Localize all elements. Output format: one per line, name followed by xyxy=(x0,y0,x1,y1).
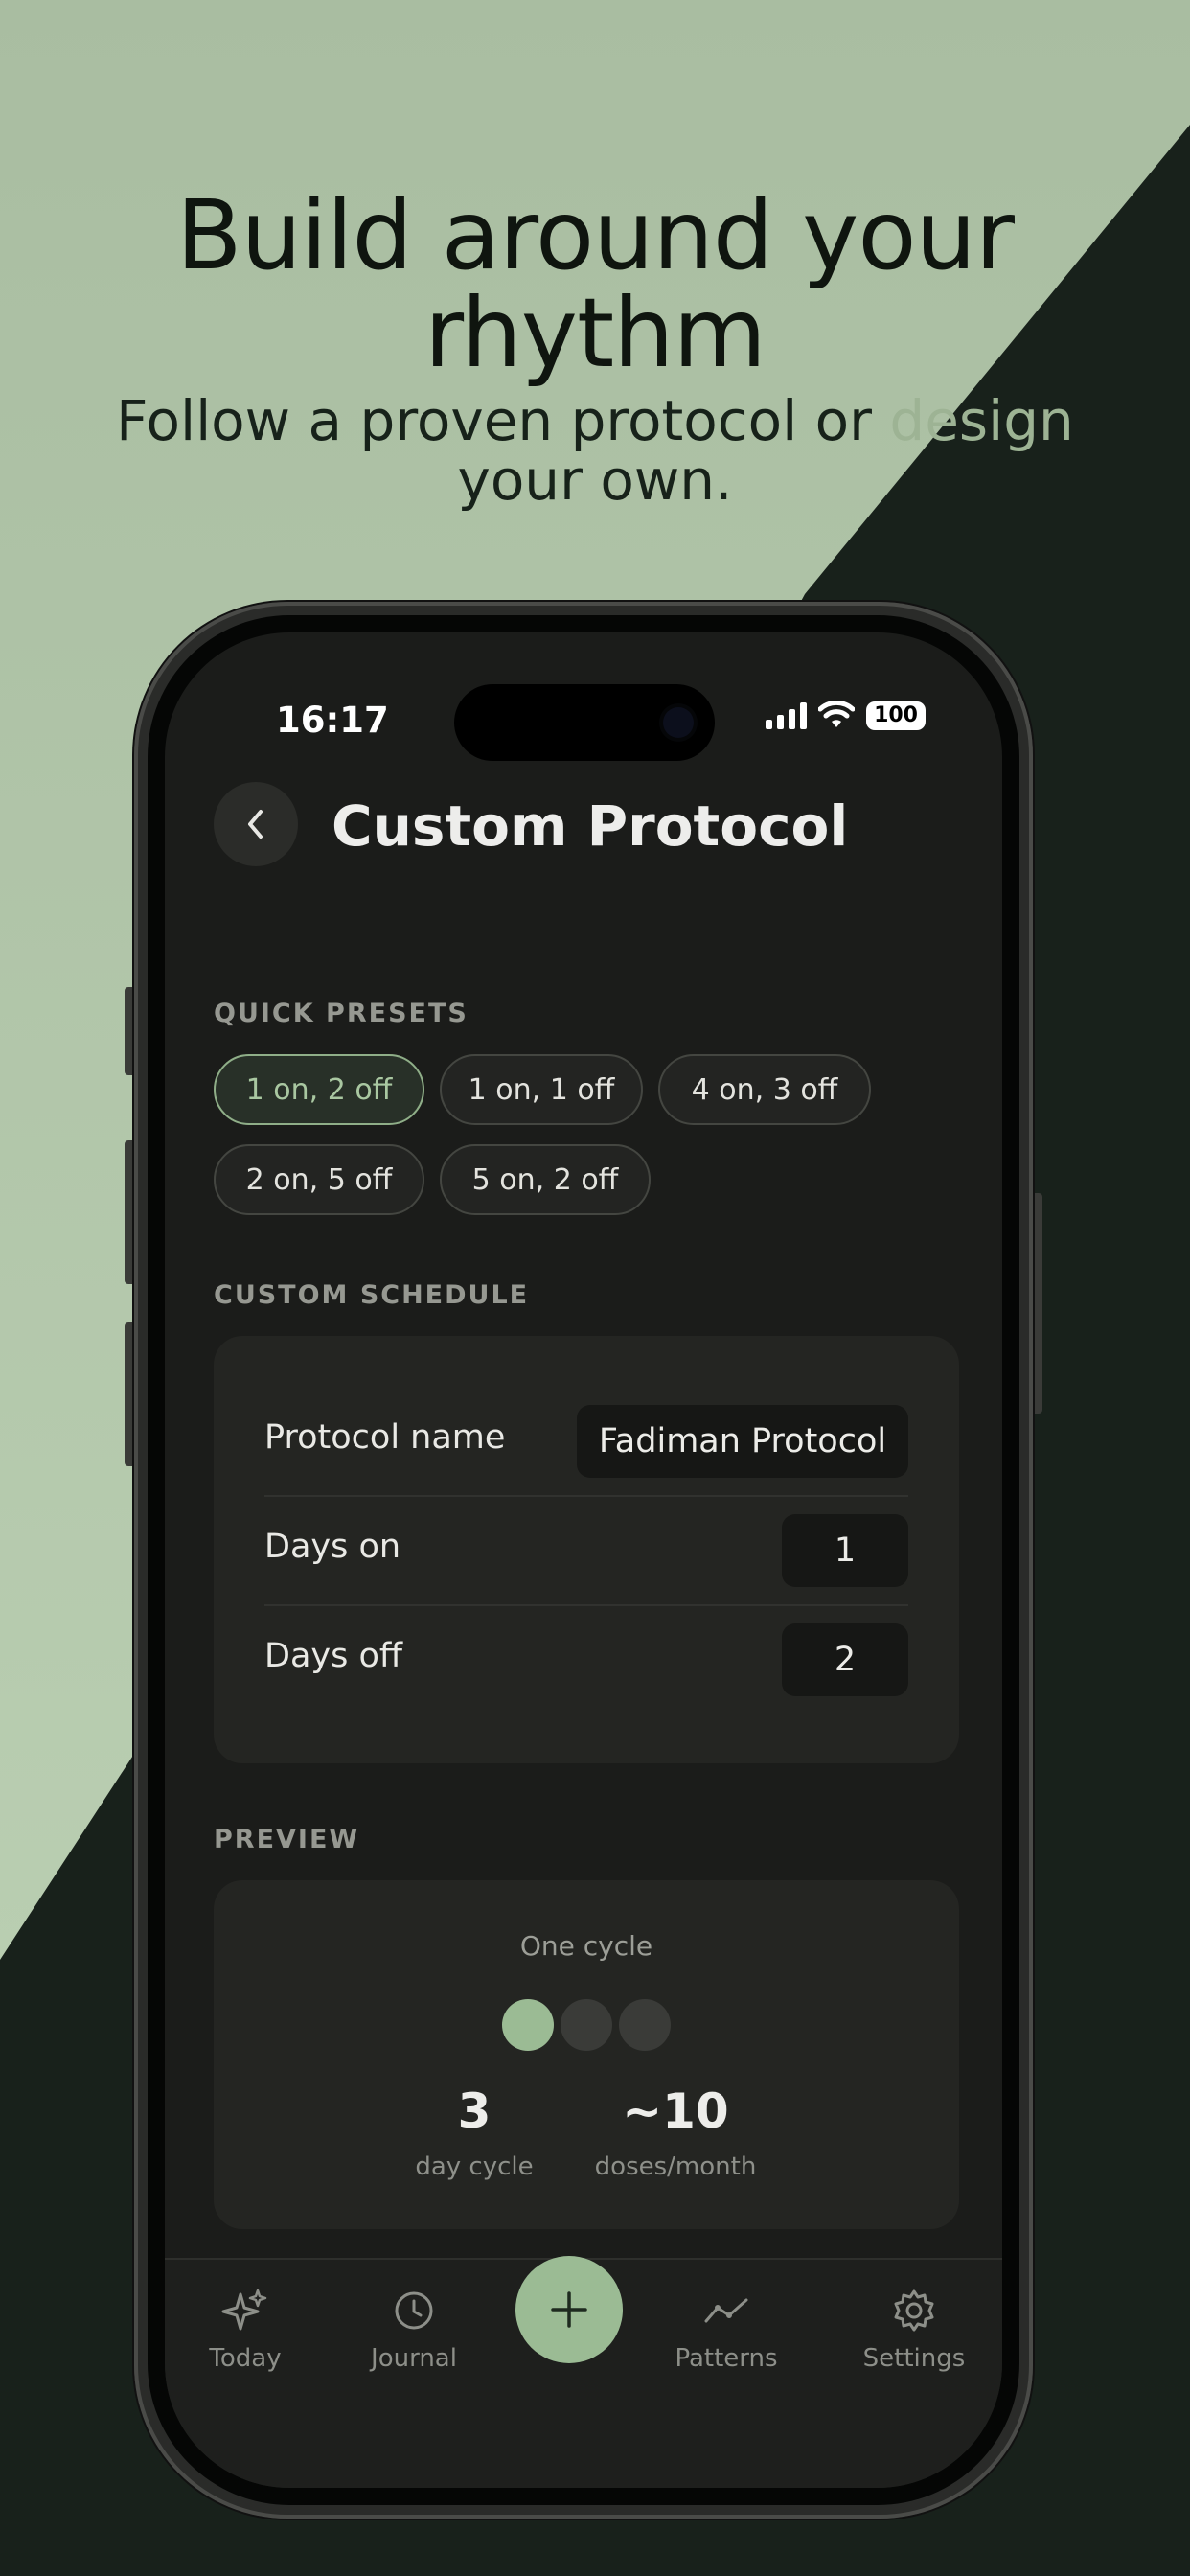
app-screen: 16:17 100 Custom Protocol QUICK PRESETS … xyxy=(165,632,1002,2488)
cycle-day-on-dot xyxy=(502,1999,554,2051)
promo-subheadline: Follow a proven protocol or design your … xyxy=(105,391,1085,510)
tab-today-label: Today xyxy=(209,2344,282,2373)
preset-chip-4-on-3-off[interactable]: 4 on, 3 off xyxy=(658,1054,871,1125)
protocol-name-input[interactable]: Fadiman Protocol xyxy=(577,1405,908,1478)
plus-icon xyxy=(551,2291,587,2328)
custom-schedule-label: CUSTOM SCHEDULE xyxy=(214,1280,530,1310)
subheadline-line-2: your own. xyxy=(457,448,733,513)
promo-headline: Build around your rhythm xyxy=(0,187,1190,382)
subheadline-part-1: Follow a proven protocol or xyxy=(116,388,890,453)
preset-chip-1-on-1-off[interactable]: 1 on, 1 off xyxy=(440,1054,643,1125)
days-on-label: Days on xyxy=(264,1528,401,1566)
tab-today[interactable]: Today xyxy=(178,2287,312,2373)
trend-line-icon xyxy=(704,2298,748,2323)
phone-frame: 16:17 100 Custom Protocol QUICK PRESETS … xyxy=(134,602,1033,2518)
divider xyxy=(264,1604,908,1606)
divider xyxy=(264,1495,908,1497)
preview-label: PREVIEW xyxy=(214,1825,360,1854)
tab-patterns-label: Patterns xyxy=(675,2344,778,2373)
headline-line-2: rhythm xyxy=(424,277,767,389)
tab-settings-label: Settings xyxy=(862,2344,966,2373)
battery-icon: 100 xyxy=(866,702,926,730)
camera-icon xyxy=(663,707,694,738)
quick-presets-label: QUICK PRESETS xyxy=(214,999,469,1028)
subheadline-part-2: design xyxy=(889,388,1074,453)
dynamic-island xyxy=(454,684,715,761)
tab-journal-label: Journal xyxy=(371,2344,457,2373)
custom-schedule-card: Protocol name Fadiman Protocol Days on 1… xyxy=(214,1336,959,1763)
tab-patterns[interactable]: Patterns xyxy=(659,2287,793,2373)
gear-icon xyxy=(894,2289,934,2332)
clock-icon xyxy=(395,2291,433,2330)
preset-chip-1-on-2-off[interactable]: 1 on, 2 off xyxy=(214,1054,424,1125)
doses-per-month-label: doses/month xyxy=(594,2152,757,2181)
wifi-icon xyxy=(818,702,856,727)
headline-line-1: Build around your xyxy=(175,179,1015,291)
preset-chip-5-on-2-off[interactable]: 5 on, 2 off xyxy=(440,1144,651,1215)
status-icons: 100 xyxy=(766,702,926,730)
tab-bar: Today Journal Patterns Settings xyxy=(165,2256,1002,2488)
days-off-label: Days off xyxy=(264,1637,402,1675)
add-dose-button[interactable] xyxy=(515,2256,623,2363)
cycle-length-label: day cycle xyxy=(415,2152,534,2181)
sparkles-icon xyxy=(221,2288,267,2331)
doses-per-month-value: ~10 xyxy=(622,2083,729,2139)
days-off-input[interactable]: 2 xyxy=(782,1623,908,1696)
tab-settings[interactable]: Settings xyxy=(847,2287,981,2373)
page-title: Custom Protocol xyxy=(332,794,849,859)
status-time: 16:17 xyxy=(276,700,389,741)
cycle-length-value: 3 xyxy=(457,2083,492,2139)
preview-card: One cycle 3 day cycle ~10 doses/month xyxy=(214,1880,959,2229)
cycle-day-off-dot xyxy=(561,1999,612,2051)
chevron-left-icon xyxy=(248,810,263,839)
days-on-input[interactable]: 1 xyxy=(782,1514,908,1587)
preset-chip-2-on-5-off[interactable]: 2 on, 5 off xyxy=(214,1144,424,1215)
back-button[interactable] xyxy=(214,782,298,866)
cycle-day-off-dot xyxy=(619,1999,671,2051)
signal-icon xyxy=(766,702,808,729)
protocol-name-label: Protocol name xyxy=(264,1418,506,1457)
tab-journal[interactable]: Journal xyxy=(347,2287,481,2373)
preview-caption: One cycle xyxy=(519,1930,653,1962)
